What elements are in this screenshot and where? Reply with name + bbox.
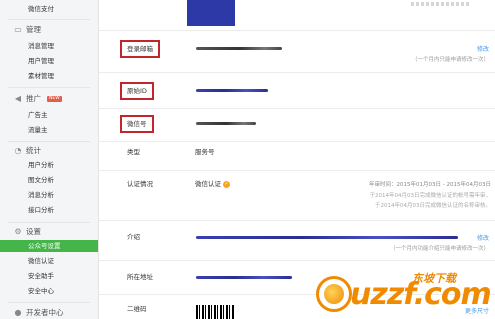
sidebar-group-label: 设置 <box>26 227 41 236</box>
sidebar-group-stats: ◔ 统计 <box>14 146 42 156</box>
original-id-label: 原始ID <box>120 82 154 100</box>
hint-text: （一个月内功能介绍只能申请修改一次） <box>389 246 489 252</box>
watermark-logo: 东坡下载 uzzf.com <box>316 262 492 316</box>
megaphone-icon: ◀ <box>14 94 22 103</box>
sidebar-item-api-analysis[interactable]: 接口分析 <box>0 204 98 216</box>
sidebar-group-label: 推广 <box>26 94 41 103</box>
sidebar-group-label: 管理 <box>26 25 41 34</box>
logo-circle-icon <box>316 276 352 312</box>
sidebar-item-users[interactable]: 用户管理 <box>0 55 98 67</box>
divider <box>99 220 495 221</box>
review-period-text: 年审时间：2015年01月03日 - 2015年04月03日 <box>369 182 491 188</box>
sidebar-item-wechat-pay[interactable]: 微信支付 <box>0 3 98 15</box>
divider <box>8 222 90 223</box>
redacted-address <box>196 276 292 279</box>
divider <box>99 170 495 171</box>
divider <box>8 87 90 88</box>
developer-icon: ● <box>14 308 22 317</box>
review-note-text: 于2014年04月03日完成微信认证的帐号需年审， <box>369 193 492 199</box>
avatar <box>187 0 235 26</box>
divider <box>8 302 90 303</box>
divider <box>99 30 495 31</box>
sidebar-group-settings: ⚙ 设置 <box>14 227 41 237</box>
sidebar-item-security-center[interactable]: 安全中心 <box>0 285 98 297</box>
sidebar-item-messages[interactable]: 消息管理 <box>0 40 98 52</box>
divider <box>99 72 495 73</box>
chat-icon: ▭ <box>14 25 22 34</box>
qrcode-image <box>196 305 234 319</box>
redacted-intro <box>196 236 458 239</box>
divider <box>8 19 90 20</box>
hint-text: （一个月内只能申请修改一次） <box>411 57 489 63</box>
sidebar-item-publisher[interactable]: 流量主 <box>0 124 98 136</box>
sidebar-group-promote: ◀ 推广 NEW <box>14 94 62 104</box>
sidebar-item-advertiser[interactable]: 广告主 <box>0 109 98 121</box>
chart-icon: ◔ <box>14 146 22 155</box>
gear-icon: ⚙ <box>14 227 22 236</box>
sidebar: 微信支付 ▭ 管理 消息管理 用户管理 素材管理 ◀ 推广 NEW 广告主 流量… <box>0 0 99 319</box>
sidebar-group-developer[interactable]: ● 开发者中心 <box>14 308 64 318</box>
edit-intro-link[interactable]: 修改 <box>477 233 489 242</box>
redacted-email <box>196 47 282 50</box>
wechat-id-label: 微信号 <box>120 115 154 133</box>
redacted-original-id <box>196 89 268 92</box>
divider <box>8 141 90 142</box>
sidebar-item-wechat-verify[interactable]: 微信认证 <box>0 255 98 267</box>
address-label: 所在地址 <box>127 273 153 281</box>
redacted-text <box>411 2 471 6</box>
redacted-wechat-id <box>196 122 256 125</box>
type-label: 类型 <box>127 148 140 156</box>
watermark-brand-text: uzzf.com <box>350 277 492 312</box>
verification-label: 认证情况 <box>127 180 153 188</box>
sidebar-item-account-settings[interactable]: 公众号设置 <box>0 240 98 252</box>
sidebar-group-label: 开发者中心 <box>26 308 64 317</box>
login-email-label: 登录邮箱 <box>120 40 160 58</box>
sidebar-item-security-assistant[interactable]: 安全助手 <box>0 270 98 282</box>
verification-text: 微信认证 <box>195 180 221 188</box>
sidebar-item-user-analysis[interactable]: 用户分析 <box>0 159 98 171</box>
verified-check-icon: ✓ <box>223 180 230 188</box>
sidebar-group-manage: ▭ 管理 <box>14 25 41 35</box>
sidebar-item-message-analysis[interactable]: 消息分析 <box>0 189 98 201</box>
review-note-text: 于2014年04月03日完成微信认证的名称审核。 <box>375 203 491 209</box>
sidebar-item-materials[interactable]: 素材管理 <box>0 70 98 82</box>
sidebar-item-article-analysis[interactable]: 图文分析 <box>0 174 98 186</box>
edit-email-link[interactable]: 修改 <box>477 44 489 53</box>
intro-label: 介绍 <box>127 233 140 241</box>
divider <box>99 141 495 142</box>
new-badge: NEW <box>47 96 62 102</box>
qrcode-label: 二维码 <box>127 305 147 313</box>
divider <box>99 108 495 109</box>
divider <box>99 260 495 261</box>
sidebar-group-label: 统计 <box>26 146 41 155</box>
type-value: 服务号 <box>195 148 215 156</box>
verification-value: 微信认证 ✓ <box>195 179 230 189</box>
